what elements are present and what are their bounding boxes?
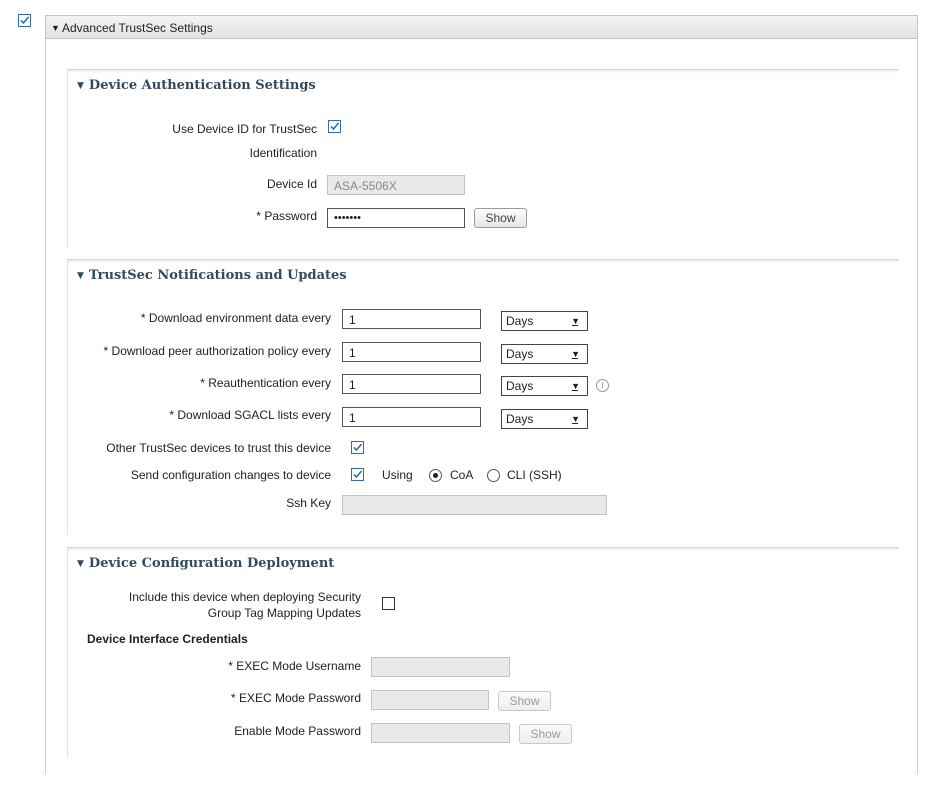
- section-left-border: [67, 260, 68, 535]
- send-config-checkbox[interactable]: [351, 468, 364, 481]
- advanced-trustsec-header[interactable]: ▼ Advanced TrustSec Settings: [45, 15, 918, 39]
- advanced-trustsec-title: Advanced TrustSec Settings: [62, 21, 213, 35]
- enable-password-field[interactable]: [371, 723, 510, 743]
- check-icon: [330, 122, 340, 131]
- coa-radio[interactable]: [429, 469, 442, 482]
- check-icon: [353, 470, 363, 479]
- use-device-id-label: Use Device ID for TrustSec: [172, 122, 317, 136]
- collapse-triangle-icon: ▼: [77, 559, 84, 569]
- show-password-button[interactable]: Show: [474, 208, 527, 228]
- reauth-field[interactable]: 1: [342, 374, 481, 394]
- collapse-triangle-icon: ▼: [77, 271, 84, 281]
- include-device-label-line2: Group Tag Mapping Updates: [207, 606, 361, 620]
- exec-password-label: EXEC Mode Password: [231, 691, 361, 705]
- section-left-border: [67, 548, 68, 758]
- using-label: Using: [382, 468, 413, 482]
- download-sgacl-label: Download SGACL lists every: [169, 408, 331, 422]
- send-config-label: Send configuration changes to device: [130, 468, 331, 482]
- exec-password-field[interactable]: [371, 690, 489, 710]
- device-id-field[interactable]: ASA-5506X: [327, 175, 465, 195]
- download-env-field[interactable]: 1: [342, 309, 481, 329]
- chevron-down-icon: ▼: [571, 378, 580, 394]
- cli-ssh-label: CLI (SSH): [507, 468, 562, 482]
- section-divider-shadow: [67, 70, 899, 73]
- download-peer-policy-unit-select[interactable]: Days ▼: [501, 344, 588, 364]
- password-field[interactable]: •••••••: [327, 208, 465, 228]
- trust-device-label: Other TrustSec devices to trust this dev…: [106, 441, 331, 455]
- show-exec-password-button[interactable]: Show: [498, 691, 551, 711]
- use-device-id-checkbox[interactable]: [328, 120, 341, 133]
- section-title-notifications[interactable]: ▼ TrustSec Notifications and Updates: [77, 268, 347, 283]
- download-env-unit-select[interactable]: Days ▼: [501, 311, 588, 331]
- enable-password-label: Enable Mode Password: [234, 724, 361, 738]
- device-id-label: Device Id: [266, 177, 317, 191]
- chevron-down-icon: ▼: [571, 313, 580, 329]
- download-env-label: Download environment data every: [141, 311, 331, 325]
- cli-ssh-radio[interactable]: [487, 469, 500, 482]
- ssh-key-label: Ssh Key: [286, 496, 331, 510]
- coa-label: CoA: [450, 468, 474, 482]
- chevron-down-icon: ▼: [571, 346, 580, 362]
- chevron-down-icon: ▼: [571, 411, 580, 427]
- section-title-deployment[interactable]: ▼ Device Configuration Deployment: [77, 556, 334, 571]
- download-sgacl-unit-select[interactable]: Days ▼: [501, 409, 588, 429]
- section-divider-shadow: [67, 260, 899, 263]
- check-icon: [20, 16, 30, 25]
- use-device-id-label-line2: Identification: [249, 146, 317, 160]
- ssh-key-field[interactable]: [342, 495, 607, 515]
- check-icon: [353, 443, 363, 452]
- collapse-caret-icon: ▼: [51, 23, 60, 33]
- include-device-checkbox[interactable]: [382, 597, 395, 610]
- trust-device-checkbox[interactable]: [351, 441, 364, 454]
- exec-username-label: EXEC Mode Username: [228, 659, 361, 673]
- download-peer-policy-label: Download peer authorization policy every: [104, 344, 331, 358]
- advanced-trustsec-enable-checkbox[interactable]: [18, 14, 31, 27]
- include-device-label: Include this device when deploying Secur…: [128, 590, 361, 604]
- section-title-device-auth[interactable]: ▼ Device Authentication Settings: [77, 78, 316, 93]
- reauth-unit-select[interactable]: Days ▼: [501, 376, 588, 396]
- show-enable-password-button[interactable]: Show: [519, 724, 572, 744]
- download-peer-policy-field[interactable]: 1: [342, 342, 481, 362]
- exec-username-field[interactable]: [371, 657, 510, 677]
- reauth-label: Reauthentication every: [200, 376, 331, 390]
- download-sgacl-field[interactable]: 1: [342, 407, 481, 427]
- section-divider-shadow: [67, 548, 899, 551]
- password-label: Password: [256, 209, 317, 223]
- collapse-triangle-icon: ▼: [77, 81, 84, 91]
- device-interface-credentials-heading: Device Interface Credentials: [87, 632, 248, 646]
- info-icon[interactable]: i: [596, 379, 609, 392]
- section-left-border: [67, 70, 68, 248]
